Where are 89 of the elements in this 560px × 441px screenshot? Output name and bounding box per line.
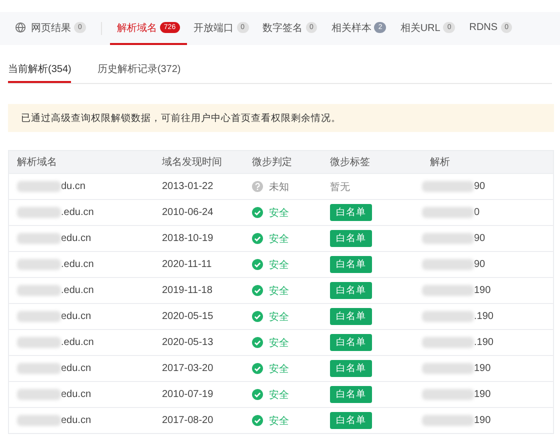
whitelist-tag: 白名单: [330, 360, 372, 377]
table-cell: 2010-06-24: [162, 207, 214, 218]
redaction-blur: [422, 285, 474, 296]
redaction-blur: [17, 311, 61, 322]
table-cell: 2020-11-11: [162, 259, 212, 270]
check-circle-icon: [252, 337, 263, 348]
verdict-text: 安全: [269, 310, 289, 324]
verdict-text: 未知: [269, 180, 289, 194]
tab[interactable]: 当前解析(354): [8, 57, 72, 83]
table-cell: .edu.cn: [61, 285, 94, 296]
table-cell: edu.cn: [61, 389, 92, 400]
verdict-text: 安全: [269, 284, 289, 298]
column-header: 域名发现时间: [161, 156, 223, 169]
whitelist-tag: 白名单: [330, 308, 372, 325]
check-circle-icon: [252, 259, 263, 270]
table-cell: edu.cn: [61, 363, 92, 374]
verdict-text: 安全: [269, 388, 289, 402]
check-circle-icon: [252, 389, 263, 400]
redaction-blur: [422, 415, 474, 426]
verdict-text: 安全: [269, 206, 289, 220]
table-cell: 2010-07-19: [162, 389, 214, 400]
tab[interactable]: 历史解析记录(372): [97, 57, 181, 83]
table-cell: 90: [474, 233, 486, 244]
table-cell: 0: [474, 207, 480, 218]
redaction-blur: [17, 337, 61, 348]
redaction-blur: [422, 363, 474, 374]
redaction-blur: [17, 363, 61, 374]
table-cell: edu.cn: [61, 415, 92, 426]
table-cell: 190: [474, 285, 491, 296]
table-cell: .edu.cn: [61, 337, 94, 348]
table-cell: 190: [474, 363, 491, 374]
table-cell-text: 暂无: [330, 180, 350, 194]
redaction-blur: [422, 207, 474, 218]
redaction-blur: [422, 233, 474, 244]
whitelist-tag: 白名单: [330, 282, 372, 299]
whitelist-tag: 白名单: [330, 256, 372, 273]
column-header: 微步判定: [251, 156, 293, 169]
table-cell: 90: [474, 259, 486, 270]
whitelist-tag: 白名单: [330, 386, 372, 403]
redaction-blur: [422, 337, 474, 348]
table-cell: du.cn: [61, 181, 86, 192]
redaction-blur: [422, 259, 474, 270]
check-circle-icon: [252, 363, 263, 374]
redaction-blur: [17, 415, 61, 426]
redaction-blur: [422, 389, 474, 400]
check-circle-icon: [252, 415, 263, 426]
whitelist-tag: 白名单: [330, 412, 372, 429]
table-cell: .edu.cn: [61, 207, 94, 218]
verdict-text: 安全: [269, 336, 289, 350]
table-cell: 2018-10-19: [162, 233, 214, 244]
redaction-blur: [17, 285, 61, 296]
redaction-blur: [422, 181, 474, 192]
question-icon: [252, 181, 263, 192]
verdict-text: 安全: [269, 414, 289, 428]
column-header: 解析域名: [16, 156, 58, 169]
table-cell: .edu.cn: [61, 259, 94, 270]
column-header: 微步标签: [329, 156, 371, 169]
table-cell: .190: [474, 311, 494, 322]
table-cell: 2013-01-22: [162, 181, 214, 192]
verdict-text: 安全: [269, 258, 289, 272]
check-circle-icon: [252, 233, 263, 244]
globe-icon: [15, 22, 26, 33]
table-cell: edu.cn: [61, 311, 92, 322]
whitelist-tag: 白名单: [330, 334, 372, 351]
whitelist-tag: 白名单: [330, 204, 372, 221]
table-cell: 2020-05-13: [162, 337, 214, 348]
table-cell: 2019-11-18: [162, 285, 212, 296]
table-cell: 190: [474, 415, 491, 426]
redaction-blur: [17, 207, 61, 218]
redaction-blur: [17, 259, 61, 270]
whitelist-tag: 白名单: [330, 230, 372, 247]
table-cell: 190: [474, 389, 491, 400]
check-circle-icon: [252, 311, 263, 322]
verdict-text: 安全: [269, 362, 289, 376]
column-header: 解析: [429, 156, 451, 169]
redaction-blur: [17, 181, 61, 192]
table-cell: 2017-08-20: [162, 415, 214, 426]
notice-text: 已通过高级查询权限解锁数据，可前往用户中心首页查看权限剩余情况。: [21, 112, 341, 124]
redaction-blur: [17, 389, 61, 400]
table-cell: .190: [474, 337, 494, 348]
table-cell: edu.cn: [61, 233, 92, 244]
verdict-text: 安全: [269, 232, 289, 246]
table-cell: 90: [474, 181, 486, 192]
redaction-blur: [422, 311, 474, 322]
table-cell: 2017-03-20: [162, 363, 214, 374]
check-circle-icon: [252, 207, 263, 218]
redaction-blur: [17, 233, 61, 244]
table-cell: 2020-05-15: [162, 311, 214, 322]
check-circle-icon: [252, 285, 263, 296]
